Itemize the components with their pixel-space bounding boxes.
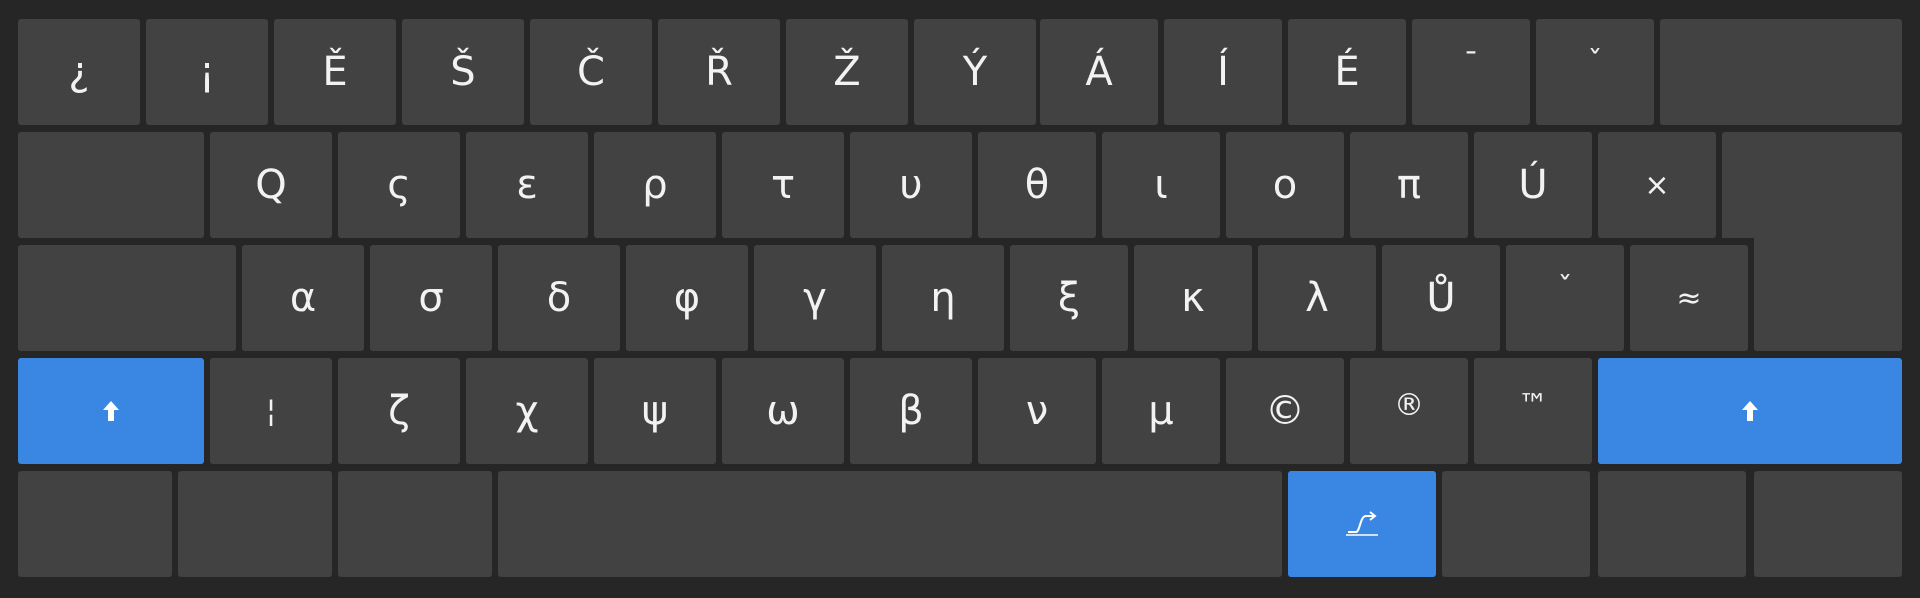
key-beta[interactable]: β: [850, 358, 972, 464]
shift-icon: [1742, 401, 1758, 421]
key-upsilon[interactable]: υ: [850, 132, 972, 238]
key-u-ring[interactable]: Ů: [1382, 245, 1500, 351]
key-enter-lower[interactable]: [1754, 245, 1902, 351]
key-iota[interactable]: ι: [1102, 132, 1220, 238]
key-macron[interactable]: ˉ: [1412, 19, 1530, 125]
key-theta[interactable]: θ: [978, 132, 1096, 238]
key-alt[interactable]: [338, 471, 492, 577]
key-omicron[interactable]: ο: [1226, 132, 1344, 238]
key-q[interactable]: Q: [210, 132, 332, 238]
key-trademark[interactable]: ™: [1474, 358, 1592, 464]
key-z-caron[interactable]: Ž: [786, 19, 908, 125]
on-screen-keyboard: ¿ ¡ Ě Š Č Ř Ž Ý Á Í É ˉ ˇ Q ς ε ρ τ υ θ …: [0, 0, 1920, 598]
key-pi[interactable]: π: [1350, 132, 1468, 238]
key-enter[interactable]: [1722, 132, 1902, 238]
key-ctrl[interactable]: [18, 471, 172, 577]
key-final-sigma[interactable]: ς: [338, 132, 460, 238]
key-i-acute[interactable]: Í: [1164, 19, 1282, 125]
layout-switch-icon: [1346, 511, 1378, 536]
key-rho[interactable]: ρ: [594, 132, 716, 238]
key-eta[interactable]: η: [882, 245, 1004, 351]
key-menu[interactable]: [1598, 471, 1746, 577]
enter-key-joiner[interactable]: [1754, 238, 1902, 245]
key-backspace[interactable]: [1660, 19, 1902, 125]
key-alt-gr[interactable]: [1442, 471, 1590, 577]
key-tab[interactable]: [18, 132, 204, 238]
key-u-acute[interactable]: Ú: [1474, 132, 1592, 238]
key-y-acute[interactable]: Ý: [914, 19, 1036, 125]
key-phi[interactable]: φ: [626, 245, 748, 351]
key-right-ctrl[interactable]: [1754, 471, 1902, 577]
keyboard-row-4: ¦ ζ χ ψ ω β ν μ © ® ™: [0, 358, 1920, 464]
key-sigma[interactable]: σ: [370, 245, 492, 351]
key-lambda[interactable]: λ: [1258, 245, 1376, 351]
key-e-acute[interactable]: É: [1288, 19, 1406, 125]
key-multiply[interactable]: ×: [1598, 132, 1716, 238]
key-approx[interactable]: ≈: [1630, 245, 1748, 351]
key-r-caron[interactable]: Ř: [658, 19, 780, 125]
key-mu[interactable]: μ: [1102, 358, 1220, 464]
keyboard-row-1: ¿ ¡ Ě Š Č Ř Ž Ý Á Í É ˉ ˇ: [0, 19, 1920, 125]
key-broken-bar[interactable]: ¦: [210, 358, 332, 464]
key-tau[interactable]: τ: [722, 132, 844, 238]
key-inverted-exclamation[interactable]: ¡: [146, 19, 268, 125]
key-caron-2[interactable]: ˇ: [1506, 245, 1624, 351]
key-s-caron[interactable]: Š: [402, 19, 524, 125]
key-copyright[interactable]: ©: [1226, 358, 1344, 464]
key-xi[interactable]: ξ: [1010, 245, 1128, 351]
keyboard-row-5: [0, 471, 1920, 577]
key-alpha[interactable]: α: [242, 245, 364, 351]
key-kappa[interactable]: κ: [1134, 245, 1252, 351]
keyboard-row-2: Q ς ε ρ τ υ θ ι ο π Ú ×: [0, 132, 1920, 238]
key-right-shift[interactable]: [1598, 358, 1902, 464]
key-caron[interactable]: ˇ: [1536, 19, 1654, 125]
key-registered[interactable]: ®: [1350, 358, 1468, 464]
key-nu[interactable]: ν: [978, 358, 1096, 464]
key-psi[interactable]: ψ: [594, 358, 716, 464]
keyboard-row-3: α σ δ φ γ η ξ κ λ Ů ˇ ≈: [0, 245, 1920, 351]
key-inverted-question[interactable]: ¿: [18, 19, 140, 125]
key-a-acute[interactable]: Á: [1040, 19, 1158, 125]
key-gamma[interactable]: γ: [754, 245, 876, 351]
shift-icon: [103, 401, 119, 421]
key-caps-lock[interactable]: [18, 245, 236, 351]
key-layout-switch[interactable]: [1288, 471, 1436, 577]
key-epsilon[interactable]: ε: [466, 132, 588, 238]
key-zeta[interactable]: ζ: [338, 358, 460, 464]
key-chi[interactable]: χ: [466, 358, 588, 464]
key-space[interactable]: [498, 471, 1282, 577]
key-fn[interactable]: [178, 471, 332, 577]
key-delta[interactable]: δ: [498, 245, 620, 351]
key-c-caron[interactable]: Č: [530, 19, 652, 125]
key-e-caron[interactable]: Ě: [274, 19, 396, 125]
key-omega[interactable]: ω: [722, 358, 844, 464]
key-left-shift[interactable]: [18, 358, 204, 464]
